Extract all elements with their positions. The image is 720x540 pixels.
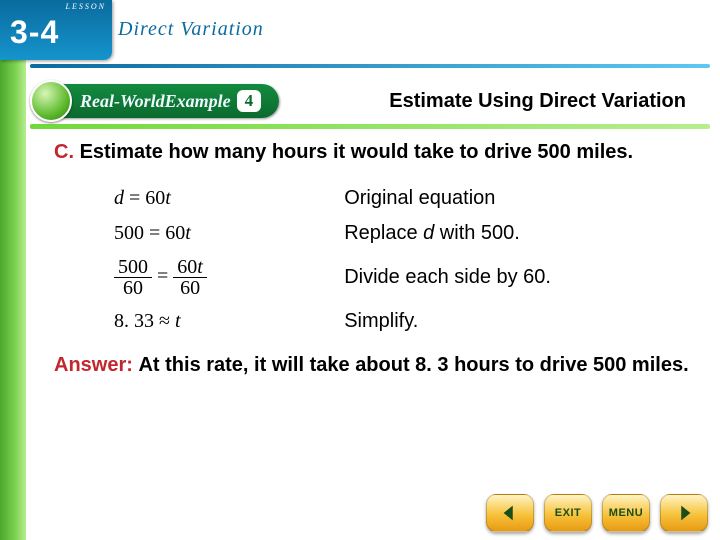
- real-world-badge: Real-World Example 4: [30, 81, 279, 121]
- step-row: 50060 = 60t60 Divide each side by 60.: [54, 251, 690, 304]
- lesson-label: LESSON: [66, 2, 106, 11]
- question-prompt: C. Estimate how many hours it would take…: [54, 140, 690, 165]
- example-header-row: Real-World Example 4 Estimate Using Dire…: [30, 78, 710, 124]
- step-row: d = 60t Original equation: [54, 181, 690, 216]
- step-description: Simplify.: [340, 304, 690, 339]
- arrow-right-icon: [673, 502, 695, 524]
- step-description: Original equation: [340, 181, 690, 216]
- step-equation: 500 = 60t: [54, 216, 340, 251]
- next-button[interactable]: [660, 494, 708, 532]
- nav-bar: EXIT MENU: [486, 494, 708, 532]
- example-banner: Real-World Example 4: [54, 84, 279, 118]
- step-row: 500 = 60t Replace d with 500.: [54, 216, 690, 251]
- example-number: 4: [237, 90, 262, 112]
- prompt-letter: C.: [54, 141, 74, 163]
- prompt-text: Estimate how many hours it would take to…: [80, 141, 634, 163]
- step-equation: 8. 33 ≈ t: [54, 304, 340, 339]
- separator-green: [30, 124, 710, 129]
- slide-title: Estimate Using Direct Variation: [389, 90, 710, 113]
- menu-button[interactable]: MENU: [602, 494, 650, 532]
- prev-button[interactable]: [486, 494, 534, 532]
- banner-prefix: Real-World: [80, 91, 165, 112]
- banner-word: Example: [165, 91, 231, 112]
- answer-block: Answer: At this rate, it will take about…: [54, 353, 690, 378]
- arrow-left-icon: [499, 502, 521, 524]
- step-row: 8. 33 ≈ t Simplify.: [54, 304, 690, 339]
- answer-text: At this rate, it will take about 8. 3 ho…: [138, 354, 688, 376]
- lesson-tab: LESSON 3-4: [0, 0, 112, 60]
- content-area: C. Estimate how many hours it would take…: [54, 140, 690, 480]
- lesson-title: Direct Variation: [118, 18, 264, 41]
- separator-top: [30, 64, 710, 68]
- answer-label: Answer:: [54, 354, 133, 376]
- exit-button[interactable]: EXIT: [544, 494, 592, 532]
- step-equation: 50060 = 60t60: [54, 251, 340, 304]
- left-accent-stripe: [0, 0, 26, 540]
- lesson-number: 3-4: [6, 4, 106, 51]
- step-description: Divide each side by 60.: [340, 251, 690, 304]
- solution-steps: d = 60t Original equation 500 = 60t Repl…: [54, 181, 690, 339]
- globe-icon: [30, 80, 72, 122]
- step-equation: d = 60t: [54, 181, 340, 216]
- step-description: Replace d with 500.: [340, 216, 690, 251]
